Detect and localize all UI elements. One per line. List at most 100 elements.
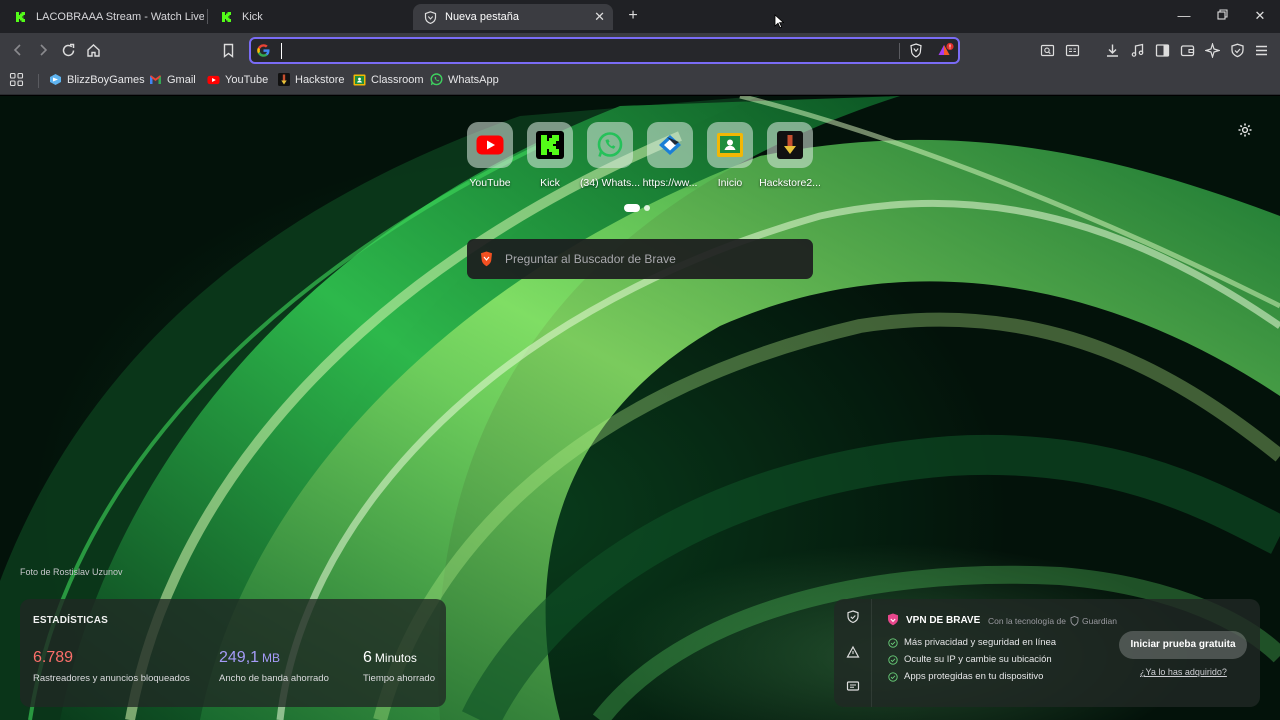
gmail-icon [149, 73, 162, 86]
whatsapp-icon [430, 73, 443, 86]
stat-time: 6 Minutos Tiempo ahorrado [363, 649, 435, 684]
stat-time-unit: Minutos [374, 651, 417, 665]
apps-grid-icon [9, 72, 24, 87]
arrow-logo-icon [659, 135, 681, 155]
check-circle-icon [888, 654, 898, 665]
reload-button[interactable] [59, 41, 77, 59]
restore-button[interactable] [1212, 6, 1232, 26]
whatsapp-icon [597, 132, 623, 157]
brave-lion-icon [481, 251, 492, 267]
bookmark-blizzboygames[interactable]: BlizzBoyGames [49, 73, 145, 86]
hackstore-icon [277, 73, 290, 86]
stat-time-value: 6 [363, 649, 372, 666]
classroom-icon [717, 133, 743, 157]
close-tab-icon[interactable]: ✕ [594, 9, 605, 25]
tab-kick[interactable]: Kick [210, 4, 410, 30]
already-purchased-link[interactable]: ¿Ya lo has adquirido? [1140, 667, 1227, 677]
news-widget-tab-icon[interactable] [846, 679, 860, 693]
tab-title: Kick [242, 11, 263, 23]
new-tab-page: YouTube Kick (34) Whats... https://ww...… [0, 96, 1280, 720]
stat-time-label: Tiempo ahorrado [363, 673, 435, 684]
search-placeholder: Preguntar al Buscador de Brave [505, 252, 676, 266]
stat-bandwidth-unit: MB [262, 651, 281, 665]
close-window-button[interactable]: ✕ [1250, 6, 1270, 26]
wallet-icon[interactable] [1178, 41, 1196, 59]
widget-switcher [834, 599, 872, 707]
kick-icon [220, 10, 234, 24]
reader-mode-icon[interactable] [1063, 41, 1081, 59]
bookmark-button[interactable] [219, 41, 237, 59]
vpn-partner: Guardian [1081, 616, 1117, 626]
photo-credit[interactable]: Foto de Rostislav Uzunov [20, 567, 123, 577]
leo-ai-icon[interactable] [1203, 41, 1221, 59]
tab-new-tab[interactable]: Nueva pestaña ✕ [413, 4, 613, 30]
top-site-icon-box [527, 122, 573, 168]
hackstore-icon [777, 131, 803, 159]
vpn-widget-tab-icon[interactable] [846, 610, 860, 624]
guardian-shield-icon [1070, 616, 1079, 626]
vpn-feature: Oculte su IP y cambie su ubicación [888, 654, 1052, 665]
stat-trackers-value: 6.789 [33, 649, 74, 666]
page-dot[interactable] [644, 205, 650, 211]
stat-bandwidth-label: Ancho de banda ahorrado [219, 673, 329, 684]
home-button[interactable] [84, 41, 102, 59]
apps-grid-button[interactable] [9, 72, 24, 87]
classroom-icon [353, 73, 366, 86]
top-site-icon-box [647, 122, 693, 168]
vpn-shield-icon[interactable] [1228, 41, 1246, 59]
bookmark-label: BlizzBoyGames [67, 73, 145, 86]
stats-title: ESTADÍSTICAS [33, 615, 108, 626]
bookmark-classroom[interactable]: Classroom [353, 73, 424, 86]
youtube-icon [476, 135, 504, 155]
new-tab-button[interactable]: + [624, 7, 642, 25]
bookmarks-separator [38, 74, 39, 88]
google-icon [257, 44, 270, 57]
screenshot-search-icon[interactable] [1038, 41, 1056, 59]
top-site-icon-box [467, 122, 513, 168]
minimize-button[interactable]: — [1174, 6, 1194, 26]
vpn-feature-text: Apps protegidas en tu dispositivo [904, 671, 1044, 682]
bookmark-gmail[interactable]: Gmail [149, 73, 196, 86]
bookmarks-bar: BlizzBoyGames Gmail YouTube Hackstore Cl… [0, 67, 1280, 95]
address-input[interactable] [285, 41, 885, 61]
forward-button[interactable] [34, 41, 52, 59]
stat-bandwidth-value-row: 249,1 MB [219, 649, 329, 667]
tab-title: LACOBRAAA Stream - Watch Live on [36, 11, 204, 23]
bookmark-label: WhatsApp [448, 73, 499, 86]
settings-gear-icon[interactable] [1237, 122, 1255, 140]
vpn-feature: Apps protegidas en tu dispositivo [888, 671, 1043, 682]
downloads-icon[interactable] [1103, 41, 1121, 59]
bookmark-label: Hackstore [295, 73, 345, 86]
bookmark-label: Classroom [371, 73, 424, 86]
check-circle-icon [888, 671, 898, 682]
brave-rewards-icon[interactable]: ! [937, 42, 955, 59]
menu-icon[interactable] [1252, 41, 1270, 59]
bookmark-youtube[interactable]: YouTube [207, 73, 268, 86]
brave-search-box[interactable]: Preguntar al Buscador de Brave [467, 239, 813, 279]
start-free-trial-button[interactable]: Iniciar prueba gratuita [1119, 631, 1247, 659]
rewards-widget-tab-icon[interactable] [846, 645, 860, 659]
check-circle-icon [888, 637, 898, 648]
address-bar[interactable]: ! [249, 37, 960, 64]
top-site-icon-box [707, 122, 753, 168]
vpn-title: VPN DE BRAVE [906, 615, 981, 626]
stats-widget: ESTADÍSTICAS 6.789 Rastreadores y anunci… [20, 599, 446, 707]
top-site-icon-box [767, 122, 813, 168]
blizzboy-icon [49, 73, 62, 86]
sidebar-icon[interactable] [1153, 41, 1171, 59]
brave-shields-icon[interactable] [909, 43, 923, 58]
tab-strip: LACOBRAAA Stream - Watch Live on Kick Nu… [0, 0, 1280, 33]
svg-text:!: ! [949, 44, 952, 50]
stat-bandwidth: 249,1 MB Ancho de banda ahorrado [219, 649, 329, 684]
bookmark-whatsapp[interactable]: WhatsApp [430, 73, 499, 86]
media-music-icon[interactable] [1128, 41, 1146, 59]
tab-lacobraaa[interactable]: LACOBRAAA Stream - Watch Live on [4, 4, 204, 30]
address-bar-separator [899, 43, 900, 59]
bookmark-hackstore[interactable]: Hackstore [277, 73, 345, 86]
page-dot-active[interactable] [624, 204, 640, 212]
stat-trackers: 6.789 Rastreadores y anuncios bloqueados [33, 649, 190, 684]
back-button[interactable] [9, 41, 27, 59]
text-caret [281, 43, 282, 59]
top-site-hackstore[interactable]: Hackstore2... [755, 122, 825, 189]
vpn-subtitle: Con la tecnología de Guardian [988, 616, 1117, 626]
